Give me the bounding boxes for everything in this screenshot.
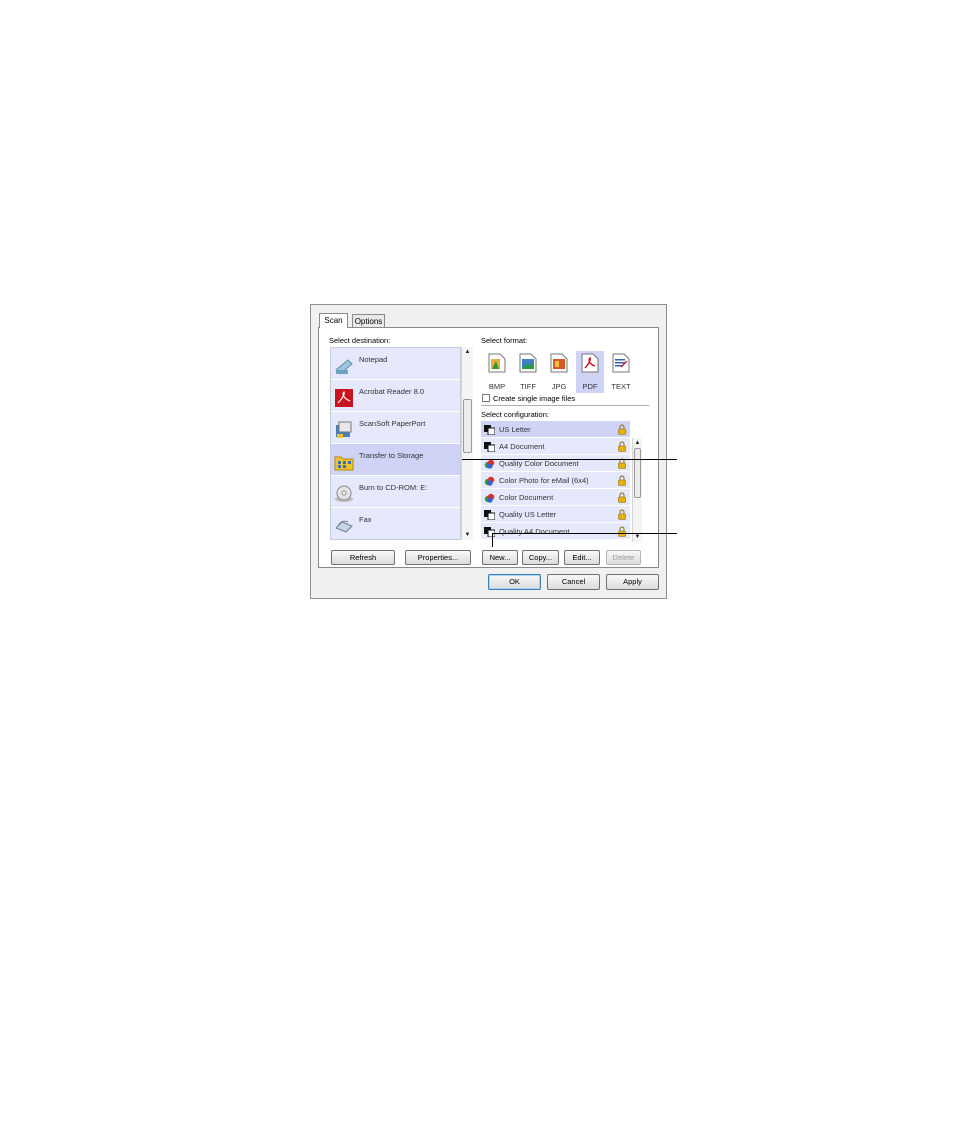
destination-scrollbar[interactable]: ▲ ▼: [461, 347, 473, 540]
format-label: BMP: [488, 382, 506, 391]
configuration-label: A4 Document: [499, 442, 545, 451]
refresh-button[interactable]: Refresh: [331, 550, 395, 565]
fax-icon: [335, 520, 353, 533]
color-icon: [484, 493, 495, 503]
color-icon: [484, 476, 495, 486]
bw-page-icon: [484, 442, 495, 452]
divider: [481, 405, 649, 406]
scroll-down-icon[interactable]: ▼: [462, 530, 473, 540]
pdf-icon: [581, 353, 599, 373]
callout-line-new-vertical: [492, 533, 493, 547]
format-label: TIFF: [520, 382, 536, 391]
destination-label: Transfer to Storage: [359, 451, 424, 460]
scroll-up-icon[interactable]: ▲: [462, 347, 473, 357]
edit-button[interactable]: Edit...: [564, 550, 600, 565]
configuration-label: Color Document: [499, 493, 554, 502]
format-bmp[interactable]: BMP: [483, 351, 511, 393]
bw-page-icon: [484, 425, 495, 435]
scroll-up-icon[interactable]: ▲: [633, 438, 642, 448]
bw-page-icon: [484, 510, 495, 520]
scroll-thumb[interactable]: [463, 399, 472, 453]
format-pdf[interactable]: PDF: [576, 351, 604, 393]
bw-page-icon: [484, 527, 495, 537]
configuration-item[interactable]: Quality US Letter: [481, 506, 630, 523]
configuration-scrollbar[interactable]: ▲ ▼: [632, 438, 642, 542]
destination-label: Fax: [359, 515, 372, 524]
configuration-item[interactable]: US Letter: [481, 421, 630, 438]
configuration-item[interactable]: Quality A4 Document: [481, 523, 630, 540]
destination-item-transfer-to-storage[interactable]: Transfer to Storage: [331, 444, 460, 476]
scan-dialog: Scan Options Select destination: Notepad…: [310, 304, 667, 599]
configuration-list: US Letter A4 Document Quality Color Docu…: [481, 421, 643, 542]
destination-label: Acrobat Reader 8.0: [359, 387, 425, 396]
scan-panel: Select destination: Notepad Acrobat Read…: [318, 327, 659, 568]
lock-icon: [618, 441, 626, 452]
create-single-image-checkbox[interactable]: [482, 394, 490, 402]
new-button[interactable]: New...: [482, 550, 518, 565]
destination-item-fax[interactable]: Fax: [331, 508, 460, 539]
tiff-icon: [519, 353, 537, 373]
destination-label: Burn to CD-ROM: E:: [359, 483, 428, 492]
destination-label: ScanSoft PaperPort: [359, 419, 426, 428]
tab-options[interactable]: Options: [352, 314, 385, 327]
destination-label: Notepad: [359, 355, 388, 364]
destination-item-burn-cd[interactable]: Burn to CD-ROM: E:: [331, 476, 460, 508]
paperport-icon: [336, 421, 352, 438]
copy-button[interactable]: Copy...: [522, 550, 559, 565]
configuration-label: Quality A4 Document: [499, 527, 570, 536]
bmp-icon: [488, 353, 506, 373]
color-icon: [484, 459, 495, 469]
configuration-item[interactable]: Quality Color Document: [481, 455, 630, 472]
format-label: PDF: [582, 382, 598, 391]
tab-scan[interactable]: Scan: [319, 313, 348, 328]
configuration-label: US Letter: [499, 425, 531, 434]
select-destination-label: Select destination:: [329, 336, 391, 345]
lock-icon: [618, 424, 626, 435]
jpg-icon: [550, 353, 568, 373]
scroll-thumb[interactable]: [634, 448, 641, 498]
lock-icon: [618, 526, 626, 537]
format-label: JPG: [551, 382, 567, 391]
destination-item-acrobat[interactable]: Acrobat Reader 8.0: [331, 380, 460, 412]
format-jpg[interactable]: JPG: [545, 351, 573, 393]
text-icon: [612, 353, 630, 373]
select-configuration-label: Select configuration:: [481, 410, 549, 419]
format-text[interactable]: TEXT: [607, 351, 635, 393]
lock-icon: [618, 509, 626, 520]
ok-button[interactable]: OK: [488, 574, 541, 590]
format-label: TEXT: [611, 382, 631, 391]
configuration-label: Quality Color Document: [499, 459, 579, 468]
configuration-item[interactable]: A4 Document: [481, 438, 630, 455]
create-single-image-label: Create single image files: [493, 394, 576, 403]
select-format-label: Select format:: [481, 336, 528, 345]
delete-button[interactable]: Delete: [606, 550, 641, 565]
lock-icon: [618, 475, 626, 486]
cancel-button[interactable]: Cancel: [547, 574, 600, 590]
lock-icon: [618, 492, 626, 503]
folder-icon: [334, 456, 354, 471]
apply-button[interactable]: Apply: [606, 574, 659, 590]
destination-item-notepad[interactable]: Notepad: [331, 348, 460, 380]
notepad-icon: [335, 359, 353, 375]
callout-line-destination: [462, 459, 677, 460]
destination-item-paperport[interactable]: ScanSoft PaperPort: [331, 412, 460, 444]
acrobat-icon: [335, 389, 353, 407]
configuration-item[interactable]: Color Photo for eMail (6x4): [481, 472, 630, 489]
destination-list: Notepad Acrobat Reader 8.0 ScanSoft Pape…: [330, 347, 461, 540]
properties-button[interactable]: Properties...: [405, 550, 471, 565]
configuration-label: Color Photo for eMail (6x4): [499, 476, 589, 485]
configuration-label: Quality US Letter: [499, 510, 557, 519]
cd-icon: [335, 485, 353, 502]
configuration-item[interactable]: Color Document: [481, 489, 630, 506]
format-tiff[interactable]: TIFF: [514, 351, 542, 393]
callout-line-new: [492, 533, 677, 534]
